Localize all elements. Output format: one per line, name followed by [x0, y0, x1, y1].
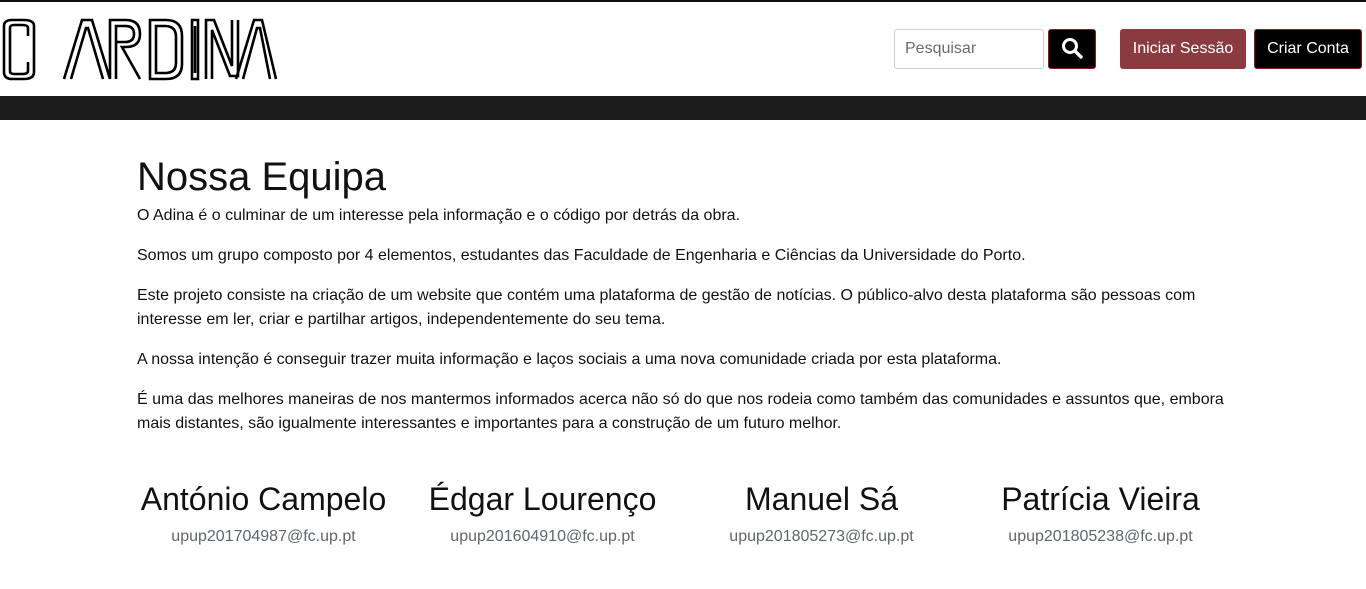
about-paragraph: O Adina é o culminar de um interesse pel… [137, 207, 741, 224]
member-name: Édgar Lourenço [428, 481, 657, 517]
member-email: upup201704987@fc.up.pt [171, 528, 356, 545]
about-paragraph: Somos um grupo composto por 4 elementos,… [137, 247, 1026, 264]
member-name: Patrícia Vieira [1001, 481, 1200, 517]
search-button[interactable] [1048, 29, 1096, 69]
search-icon [1061, 37, 1083, 62]
member-name: António Campelo [140, 481, 387, 517]
member-email: upup201604910@fc.up.pt [450, 528, 635, 545]
navigation-bar [0, 96, 1366, 120]
login-button[interactable]: Iniciar Sessão [1120, 29, 1246, 69]
signup-button[interactable]: Criar Conta [1254, 29, 1362, 69]
search-input[interactable] [894, 29, 1044, 69]
site-header: Iniciar Sessão Criar Conta [0, 2, 1366, 96]
team-member-card: António Campelo upup201704987@fc.up.pt [124, 474, 403, 548]
logo-wordmark [2, 18, 278, 81]
member-email: upup201805238@fc.up.pt [1008, 528, 1193, 545]
team-member-card: Patrícia Vieira upup201805238@fc.up.pt [961, 474, 1240, 548]
team-member-card: Manuel Sá upup201805273@fc.up.pt [682, 474, 961, 548]
about-paragraph: Este projeto consiste na criação de um w… [137, 287, 1196, 328]
about-paragraph: A nossa intenção é conseguir trazer muit… [137, 351, 1002, 368]
team-member-card: Édgar Lourenço upup201604910@fc.up.pt [403, 474, 682, 548]
page-title: Nossa Equipa [137, 155, 387, 199]
member-name: Manuel Sá [745, 481, 898, 517]
site-logo[interactable] [0, 16, 280, 84]
about-paragraph: É uma das melhores maneiras de nos mante… [137, 391, 1224, 432]
team-members: António Campelo upup201704987@fc.up.pt É… [124, 474, 1241, 554]
main-content: Nossa Equipa O Adina é o culminar de um … [137, 120, 1229, 436]
member-email: upup201805273@fc.up.pt [729, 528, 914, 545]
